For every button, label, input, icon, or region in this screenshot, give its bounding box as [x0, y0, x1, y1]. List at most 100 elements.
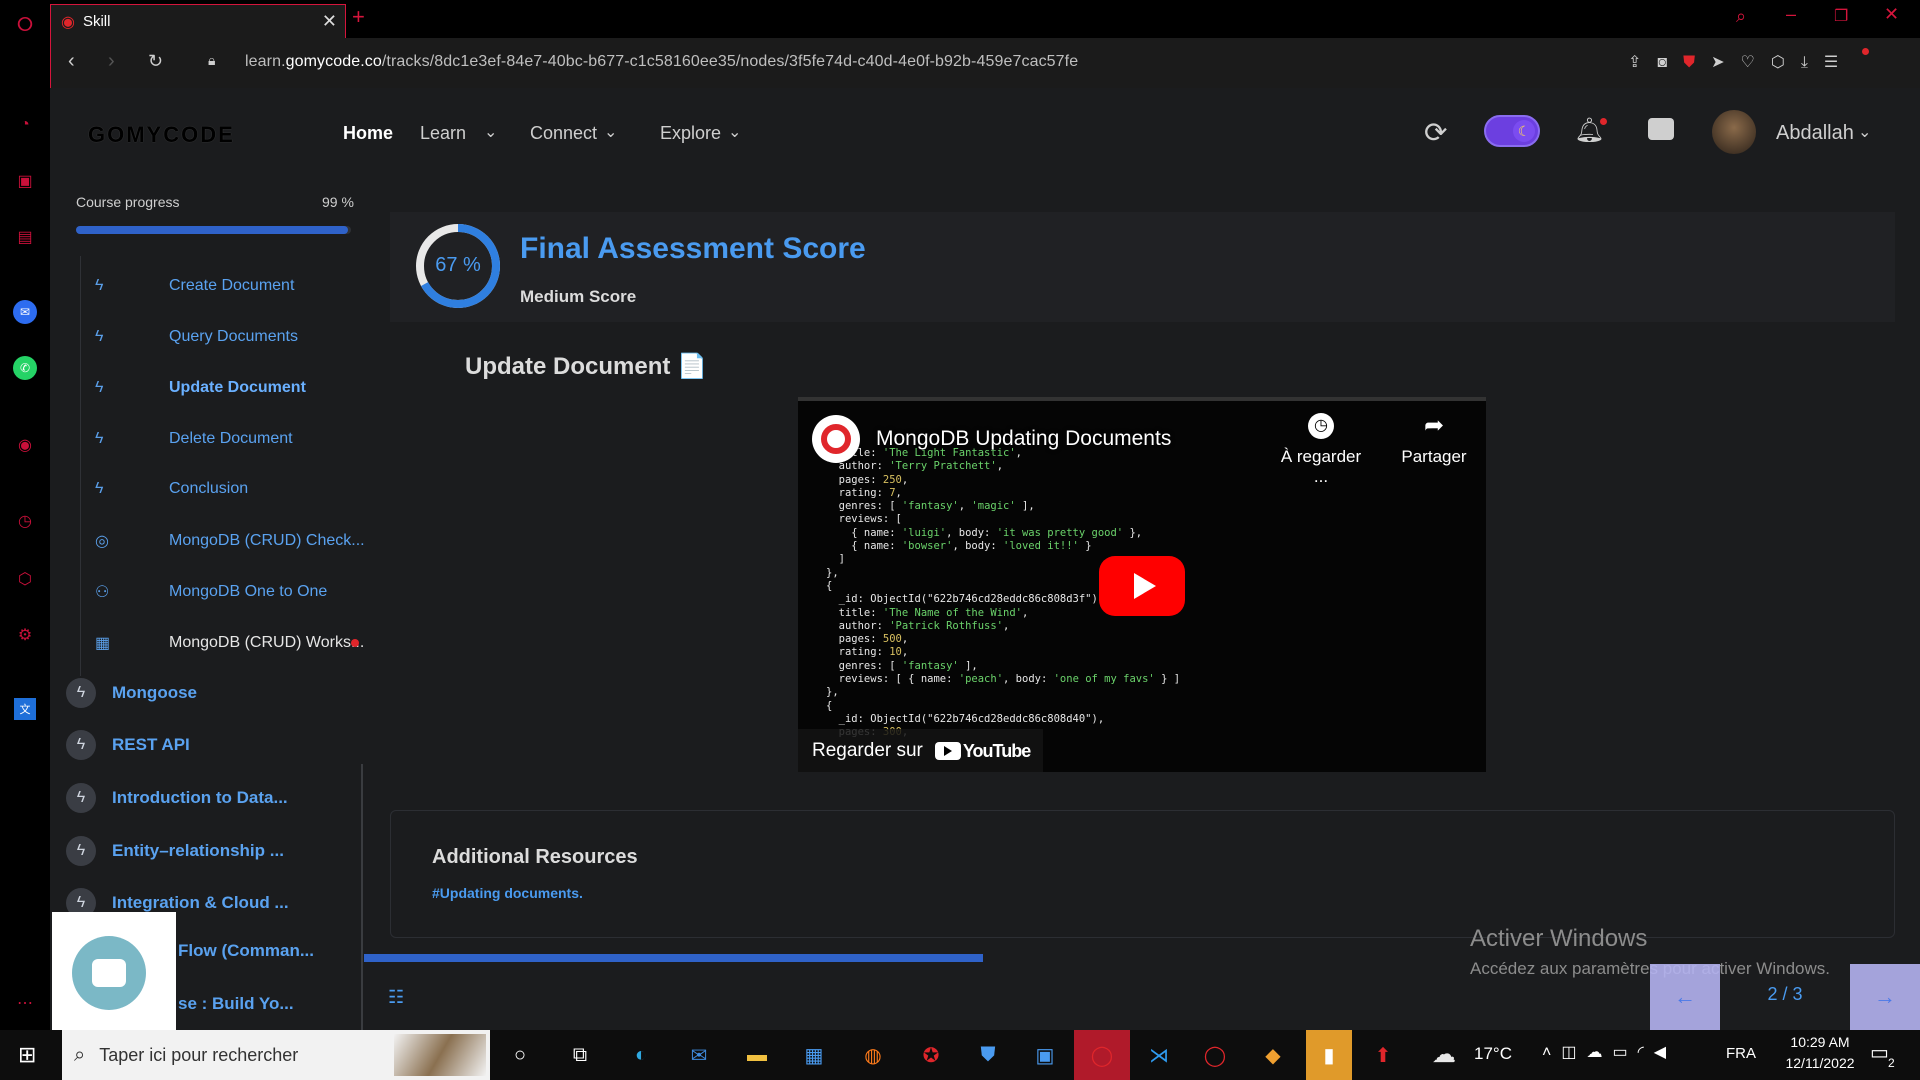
watch-later-button[interactable]: ◷ À regarder ... — [1276, 413, 1366, 487]
module-item[interactable]: se : Build Yo... — [162, 994, 294, 1014]
sidebar-scrollbar[interactable] — [361, 764, 363, 1030]
nav-explore[interactable]: Explore — [660, 123, 721, 144]
user-name[interactable]: Abdallah — [1776, 122, 1854, 145]
lesson-item[interactable]: ⚇ MongoDB One to One — [95, 582, 327, 602]
edge-icon[interactable]: ◐ — [624, 1038, 658, 1072]
more-icon[interactable]: ⋯ — [12, 990, 38, 1016]
store-icon[interactable]: ▦ — [797, 1038, 831, 1072]
share-page-icon[interactable]: ⇪ — [1628, 54, 1657, 71]
clock[interactable]: 10:29 AM 12/11/2022 — [1770, 1034, 1870, 1071]
firefox-icon[interactable]: ◍ — [856, 1038, 890, 1072]
chevron-down-icon[interactable]: ⌄ — [484, 122, 497, 142]
resource-link[interactable]: #Updating documents. — [432, 885, 583, 901]
previous-button[interactable]: ← — [1650, 964, 1720, 1030]
module-item[interactable]: ϟ Mongoose — [66, 678, 197, 708]
mail-icon[interactable]: ✉ — [682, 1038, 716, 1072]
file-explorer-icon[interactable]: ▬ — [740, 1038, 774, 1072]
opera-logo-icon[interactable]: ⭘ — [12, 12, 38, 38]
easy-setup-icon[interactable]: ☰ — [1824, 54, 1854, 71]
lesson-item[interactable]: ϟ Query Documents — [95, 328, 298, 346]
nav-learn[interactable]: Learn — [420, 123, 466, 144]
chevron-down-icon[interactable]: ⌄ — [728, 122, 741, 142]
new-tab-button[interactable]: + — [352, 4, 365, 30]
snapshot-icon[interactable]: ◙ — [1657, 54, 1683, 71]
opera-gx-icon[interactable]: ◯ — [1074, 1030, 1130, 1080]
battery-icon[interactable]: ▭ — [1612, 1044, 1637, 1061]
nav-connect[interactable]: Connect — [530, 123, 597, 144]
language-indicator[interactable]: FRA — [1726, 1045, 1756, 1062]
back-icon[interactable]: ‹ — [68, 50, 75, 73]
url-field[interactable]: learn.gomycode.co/tracks/8dc1e3ef-84e7-4… — [245, 53, 1078, 71]
cube-icon[interactable]: ⬡ — [1771, 54, 1801, 71]
chevron-down-icon[interactable]: ⌄ — [1858, 122, 1871, 142]
opera-icon[interactable]: ◯ — [1198, 1038, 1232, 1072]
volume-icon[interactable]: ◀ — [1654, 1044, 1676, 1061]
module-item[interactable]: ϟ REST API — [66, 730, 190, 760]
module-item[interactable]: Flow (Comman... — [162, 941, 314, 961]
gomycode-logo[interactable]: GOMYCODE — [88, 122, 235, 148]
whatsapp-icon[interactable]: ✆ — [13, 356, 37, 380]
player-icon[interactable]: ◉ — [12, 432, 38, 458]
weather-temp[interactable]: 17°C — [1474, 1044, 1512, 1064]
minimize-button[interactable]: – — [1786, 4, 1796, 25]
dark-mode-toggle[interactable]: ☾ — [1484, 115, 1540, 147]
messenger-icon[interactable]: ✉ — [13, 300, 37, 324]
next-button[interactable]: → — [1850, 964, 1920, 1030]
teams-icon[interactable]: ▣ — [1028, 1038, 1062, 1072]
security-app-icon[interactable]: ⛊ — [971, 1038, 1005, 1072]
chat-widget-button[interactable] — [72, 936, 146, 1010]
chevron-up-icon[interactable]: ˄ — [1542, 1044, 1561, 1061]
share-button[interactable]: ➦ Partager — [1394, 413, 1474, 467]
module-item[interactable]: ϟ Entity–relationship ... — [66, 836, 284, 866]
video-player[interactable]: title: 'The Light Fantastic', author: 'T… — [798, 397, 1486, 772]
restore-button[interactable]: ❐ — [1834, 6, 1848, 26]
close-tab-icon[interactable]: ✕ — [322, 11, 337, 32]
git-icon[interactable]: ◆ — [1256, 1038, 1290, 1072]
avatar[interactable] — [1712, 110, 1756, 154]
settings-icon[interactable]: ⚙ — [12, 622, 38, 648]
play-button[interactable] — [1099, 556, 1185, 616]
lesson-item[interactable]: ▦ MongoDB (CRUD) Works... — [95, 633, 364, 653]
vpn-shield-icon[interactable]: ⛊ — [1683, 54, 1711, 71]
taskbar-search[interactable]: ⌕ Taper ici pour rechercher — [62, 1030, 490, 1080]
history-icon[interactable]: ◷ — [12, 508, 38, 534]
lesson-item[interactable]: ϟ Conclusion — [95, 480, 248, 498]
close-window-button[interactable]: ✕ — [1884, 4, 1899, 25]
send-icon[interactable]: ➤ — [1711, 54, 1740, 71]
lesson-item[interactable]: ◎ MongoDB (CRUD) Check... — [95, 531, 365, 551]
briefcase-icon[interactable]: ▣ — [12, 168, 38, 194]
lesson-item-active[interactable]: ϟ Update Document — [95, 379, 306, 397]
download-icon[interactable]: ⤓ — [1801, 54, 1824, 71]
lesson-item[interactable]: ϟ Delete Document — [95, 430, 293, 448]
onedrive-icon[interactable]: ☁ — [1586, 1044, 1612, 1061]
chat-icon[interactable] — [1648, 118, 1674, 140]
forward-icon[interactable]: › — [108, 50, 115, 73]
action-center-icon[interactable]: ▭ — [1870, 1040, 1889, 1065]
watch-on-youtube[interactable]: Regarder sur YouTube — [798, 729, 1043, 772]
extensions-icon[interactable]: ⬡ — [12, 566, 38, 592]
task-view-icon[interactable]: ⧉ — [563, 1038, 597, 1072]
translate-icon[interactable]: 文 — [14, 698, 36, 720]
wifi-icon[interactable]: ◜ — [1638, 1044, 1654, 1061]
speed-dial-icon[interactable]: ◔ — [12, 112, 38, 138]
video-title[interactable]: MongoDB Updating Documents — [876, 427, 1171, 451]
game-app-icon[interactable]: ✪ — [914, 1038, 948, 1072]
module-item[interactable]: ϟ Introduction to Data... — [66, 783, 288, 813]
nav-home[interactable]: Home — [343, 123, 393, 144]
search-tabs-icon[interactable]: ⌕ — [1736, 6, 1746, 27]
chevron-down-icon[interactable]: ⌄ — [604, 122, 617, 142]
lesson-item[interactable]: ϟ Create Document — [95, 277, 294, 295]
upload-app-icon[interactable]: ⬆ — [1366, 1038, 1400, 1072]
sync-icon[interactable]: ⟳ — [1424, 116, 1447, 149]
vscode-icon[interactable]: ⋊ — [1142, 1038, 1176, 1072]
heart-icon[interactable]: ♡ — [1741, 54, 1771, 71]
cortana-icon[interactable]: ○ — [503, 1038, 537, 1072]
outline-list-icon[interactable]: ☷ — [388, 987, 404, 1008]
browser-tab[interactable]: ◉ Skill ✕ — [50, 4, 346, 38]
device-icon[interactable]: ◫ — [1561, 1044, 1586, 1061]
twitch-icon[interactable]: ▤ — [12, 224, 38, 250]
folder-app-icon[interactable]: ▮ — [1306, 1030, 1352, 1080]
reload-icon[interactable]: ↻ — [148, 51, 163, 72]
channel-avatar[interactable] — [812, 415, 860, 463]
windows-start-icon[interactable]: ⊞ — [18, 1042, 36, 1068]
